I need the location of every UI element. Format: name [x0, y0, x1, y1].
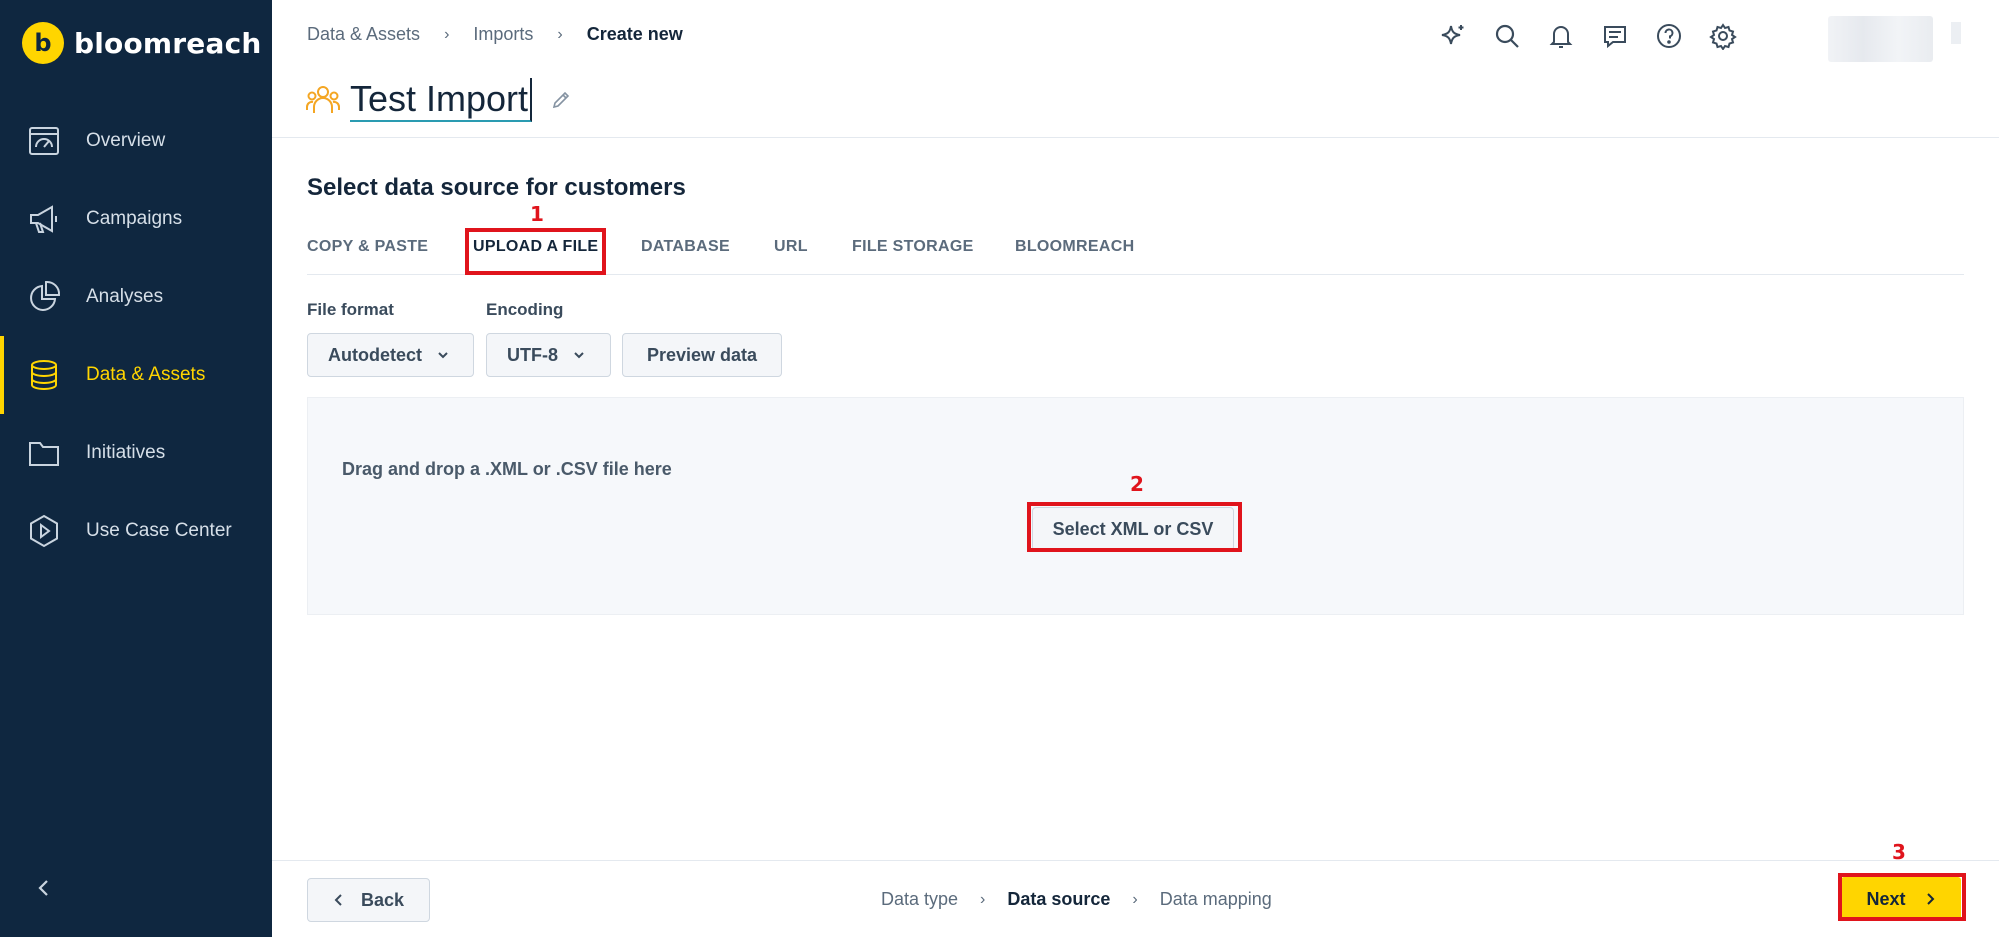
- breadcrumb-current: Create new: [586, 24, 683, 44]
- logo[interactable]: b bloomreach: [22, 22, 262, 64]
- encoding-select[interactable]: UTF-8: [486, 333, 611, 377]
- customers-icon: [306, 86, 340, 113]
- sidebar-item-label: Overview: [86, 130, 166, 151]
- sidebar-item-label: Use Case Center: [86, 520, 232, 541]
- wizard-footer: Back Data type › Data source › Data mapp…: [272, 860, 1999, 937]
- sidebar-item-data-assets[interactable]: Data & Assets: [0, 336, 272, 414]
- page-title-input[interactable]: Test Import: [350, 78, 533, 122]
- search-icon[interactable]: [1493, 22, 1521, 50]
- chevron-down-icon: [438, 352, 448, 359]
- dropzone-text: Drag and drop a .XML or .CSV file here: [342, 459, 672, 479]
- highlight-box-1: [465, 228, 606, 275]
- tab-database[interactable]: DATABASE: [641, 238, 730, 256]
- section-title: Select data source for customers: [307, 174, 686, 201]
- page-header: Data & Assets › Imports › Create new Tes…: [272, 0, 1999, 138]
- title-row: Test Import: [306, 78, 572, 122]
- avatar[interactable]: [1828, 16, 1933, 62]
- back-button-label: Back: [360, 889, 405, 910]
- step-data-type[interactable]: Data type: [881, 889, 958, 910]
- step-data-source: Data source: [1007, 889, 1111, 909]
- help-icon[interactable]: [1655, 22, 1683, 50]
- sidebar-item-campaigns[interactable]: Campaigns: [0, 180, 272, 258]
- file-format-value: Autodetect: [328, 344, 422, 365]
- user-menu[interactable]: [1951, 22, 1961, 44]
- file-format-label: File format: [307, 300, 394, 319]
- file-format-select[interactable]: Autodetect: [307, 333, 474, 377]
- database-icon: [31, 360, 57, 391]
- encoding-label: Encoding: [486, 300, 564, 319]
- sparkle-icon[interactable]: [1439, 22, 1467, 50]
- sidebar-item-label: Campaigns: [86, 208, 183, 229]
- tab-copy-paste[interactable]: COPY & PASTE: [307, 238, 428, 256]
- pencil-icon[interactable]: [550, 89, 572, 111]
- gear-icon[interactable]: [1709, 22, 1737, 51]
- header-toolbar: [1439, 22, 1737, 51]
- highlight-box-3: [1838, 873, 1966, 921]
- sidebar-item-label: Analyses: [86, 286, 164, 307]
- chevron-right-icon: ›: [1132, 890, 1138, 908]
- chevron-down-icon: [574, 352, 584, 359]
- tab-url[interactable]: URL: [774, 238, 808, 256]
- breadcrumb-data-assets[interactable]: Data & Assets: [307, 24, 420, 45]
- chat-icon[interactable]: [1601, 22, 1629, 50]
- sidebar-item-initiatives[interactable]: Initiatives: [0, 414, 272, 492]
- sidebar-item-label: Initiatives: [86, 442, 166, 463]
- chevron-right-icon: ›: [557, 25, 563, 43]
- breadcrumb: Data & Assets › Imports › Create new: [307, 24, 683, 45]
- folder-icon: [29, 442, 59, 466]
- preview-data-button[interactable]: Preview data: [622, 333, 782, 377]
- chevron-left-icon[interactable]: [32, 876, 56, 900]
- step-marker-2: 2: [1130, 472, 1144, 496]
- sidebar-item-analyses[interactable]: Analyses: [0, 258, 272, 336]
- step-marker-3: 3: [1892, 840, 1906, 864]
- step-marker-1: 1: [530, 202, 544, 226]
- tab-bloomreach[interactable]: BLOOMREACH: [1015, 238, 1134, 256]
- sidebar-item-use-case-center[interactable]: Use Case Center: [0, 492, 272, 570]
- chevron-right-icon: ›: [444, 25, 450, 43]
- sidebar: b bloomreach Overview Campaigns Analyses…: [0, 0, 272, 937]
- dashboard-icon: [29, 127, 59, 155]
- tab-file-storage[interactable]: FILE STORAGE: [852, 238, 974, 256]
- back-button[interactable]: Back: [307, 878, 430, 922]
- sidebar-item-overview[interactable]: Overview: [0, 102, 272, 180]
- logo-mark: b: [22, 22, 64, 64]
- breadcrumb-imports[interactable]: Imports: [473, 24, 533, 45]
- logo-text: bloomreach: [74, 26, 262, 60]
- chevron-right-icon: ›: [980, 890, 986, 908]
- sidebar-nav: Overview Campaigns Analyses Data & Asset…: [0, 102, 272, 570]
- step-data-mapping[interactable]: Data mapping: [1160, 889, 1272, 910]
- sidebar-item-label: Data & Assets: [86, 364, 206, 385]
- chevron-left-icon: [334, 894, 342, 906]
- wizard-steps: Data type › Data source › Data mapping: [881, 889, 1272, 910]
- play-hexagon-icon: [30, 514, 58, 548]
- encoding-value: UTF-8: [507, 344, 558, 365]
- pie-chart-icon: [30, 280, 61, 311]
- megaphone-icon: [30, 205, 57, 233]
- bell-icon[interactable]: [1547, 22, 1575, 50]
- highlight-box-2: [1027, 502, 1242, 552]
